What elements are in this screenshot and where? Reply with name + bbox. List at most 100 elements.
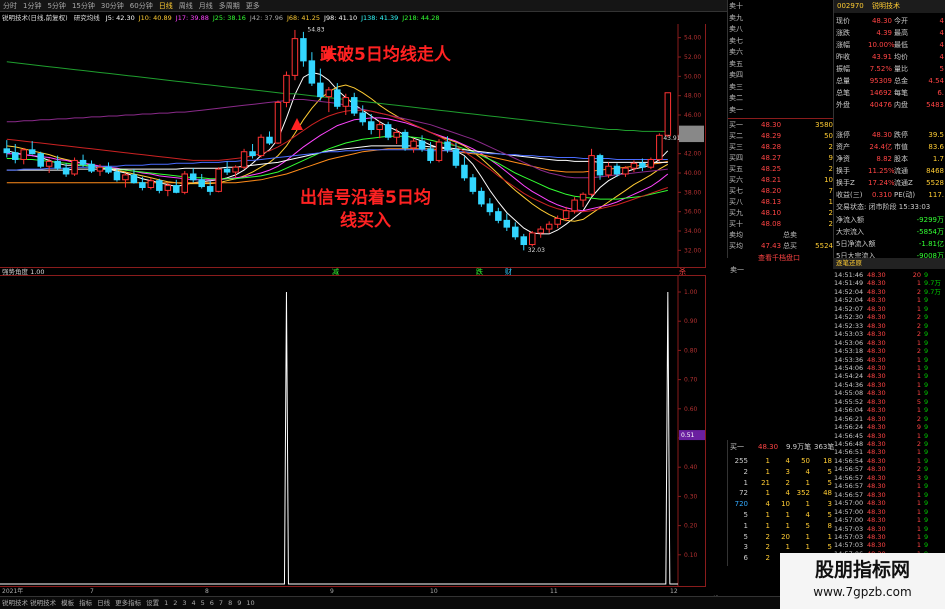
candle[interactable] — [325, 86, 333, 113]
candle[interactable] — [410, 138, 417, 153]
timeframe-tab[interactable]: 1分钟 — [20, 0, 44, 12]
bottom-tab[interactable]: 模板 — [61, 599, 74, 607]
bottom-tab[interactable]: 指标 — [79, 599, 92, 607]
bottom-tab[interactable]: 6 — [210, 599, 214, 607]
bottom-tab[interactable]: 10 — [246, 599, 254, 607]
candle[interactable] — [503, 213, 511, 231]
candle[interactable] — [435, 139, 443, 163]
candle[interactable] — [71, 157, 78, 176]
candle[interactable] — [520, 233, 528, 251]
candle[interactable] — [596, 153, 604, 180]
orderbook-buy-row[interactable]: 买四 48.27 9 — [728, 153, 834, 164]
bottom-tab[interactable]: 日线 — [97, 599, 110, 607]
bottom-tab[interactable]: 3 — [182, 599, 186, 607]
candle[interactable] — [588, 148, 595, 197]
candle[interactable] — [664, 92, 672, 138]
candle[interactable] — [37, 151, 44, 169]
orderbook-buy-row[interactable]: 买六 48.21 10 — [728, 175, 834, 186]
timeframe-tab[interactable]: 30分钟 — [98, 0, 127, 12]
bottom-tab[interactable]: 7 — [219, 599, 223, 607]
candle[interactable] — [274, 100, 282, 145]
candle[interactable] — [198, 173, 205, 189]
timeframe-tab[interactable]: 日线 — [156, 0, 176, 12]
orderbook-buy-row[interactable]: 买九 48.10 2 — [728, 208, 834, 219]
candle[interactable] — [351, 92, 358, 116]
candle[interactable] — [105, 162, 112, 174]
timeframe-tab[interactable]: 周线 — [176, 0, 196, 12]
orderbook-buy-row[interactable]: 买七 48.20 7 — [728, 186, 834, 197]
orderbook-link[interactable]: 查看千档盘口 — [758, 253, 800, 263]
orderbook-sell-row[interactable]: 卖五 — [728, 59, 834, 70]
bottom-tab[interactable]: 4 — [192, 599, 196, 607]
indicator-name[interactable]: 研究均线 — [74, 14, 100, 22]
bottom-tab[interactable]: 8 — [228, 599, 232, 607]
sub-indicator-name[interactable]: 强势角度 — [2, 268, 28, 276]
candle[interactable] — [528, 231, 536, 247]
candle[interactable] — [223, 161, 231, 175]
candle[interactable] — [579, 192, 587, 207]
candle[interactable] — [308, 52, 316, 86]
bottom-tab[interactable]: 9 — [237, 599, 241, 607]
orderbook-sell-row[interactable]: 卖一 — [728, 105, 834, 116]
orderbook-buy-row[interactable]: 买三 48.28 2 — [728, 142, 834, 153]
candle[interactable] — [189, 168, 197, 183]
timeframe-tab[interactable]: 分时 — [0, 0, 20, 12]
candle[interactable] — [317, 68, 324, 101]
candle[interactable] — [240, 148, 248, 170]
timeframe-tab[interactable]: 5分钟 — [44, 0, 68, 12]
candle[interactable] — [181, 171, 189, 195]
timeframe-tab[interactable]: 15分钟 — [69, 0, 98, 12]
candle[interactable] — [562, 206, 570, 222]
candle[interactable] — [571, 197, 578, 214]
candle[interactable] — [478, 187, 485, 207]
candle[interactable] — [461, 156, 468, 181]
orderbook-buy-row[interactable]: 买五 48.25 2 — [728, 164, 834, 175]
orderbook-sell-row[interactable]: 卖四 — [728, 70, 834, 81]
candle[interactable] — [215, 167, 222, 193]
orderbook-sell-row[interactable]: 卖九 — [728, 13, 834, 24]
candle[interactable] — [495, 207, 502, 224]
strength-angle-chart[interactable]: 1.000.900.800.700.600.500.400.300.200.10… — [0, 276, 706, 586]
candle[interactable] — [122, 173, 129, 188]
strength-angle-svg[interactable]: 1.000.900.800.700.600.500.400.300.200.10… — [0, 276, 706, 586]
candle[interactable] — [393, 128, 400, 144]
orderbook-buy-row[interactable]: 买一 48.30 3580 — [728, 120, 834, 131]
candle[interactable] — [283, 71, 290, 108]
orderbook-sell-row[interactable]: 卖六 — [728, 47, 834, 58]
orderbook-sell-row[interactable]: 卖十 — [728, 1, 834, 12]
candle[interactable] — [291, 29, 299, 81]
candle[interactable] — [545, 221, 553, 233]
orderbook-sell-row[interactable]: 卖二 — [728, 93, 834, 104]
candle[interactable] — [156, 178, 163, 194]
orderbook-sell-row[interactable]: 卖七 — [728, 36, 834, 47]
timeframe-tab[interactable]: 更多 — [243, 0, 263, 12]
candle[interactable] — [647, 157, 655, 170]
bottom-tab[interactable]: 1 — [164, 599, 168, 607]
candle[interactable] — [486, 198, 494, 216]
candle[interactable] — [20, 147, 27, 165]
candle[interactable] — [512, 222, 519, 240]
candle[interactable] — [147, 177, 155, 190]
candle[interactable] — [300, 31, 307, 67]
candle[interactable] — [28, 141, 36, 155]
candle[interactable] — [656, 133, 663, 162]
timeframe-tab[interactable]: 多周期 — [216, 0, 243, 12]
candle[interactable] — [173, 179, 180, 194]
timeframe-tab[interactable]: 60分钟 — [127, 0, 156, 12]
candle[interactable] — [622, 166, 629, 177]
candle[interactable] — [384, 121, 392, 141]
bottom-tab[interactable]: 设置 — [146, 599, 159, 607]
bottom-tab[interactable]: 锐明技术 锐明技术 — [2, 599, 56, 607]
bottom-tab[interactable]: 更多指标 — [115, 599, 141, 607]
tick-list-title[interactable]: 逐笔还原 — [833, 258, 945, 269]
candle[interactable] — [257, 134, 265, 158]
candle[interactable] — [3, 140, 11, 158]
candle[interactable] — [469, 173, 477, 195]
bottom-tab[interactable]: 2 — [173, 599, 177, 607]
candle[interactable] — [88, 160, 95, 173]
candle[interactable] — [537, 226, 544, 238]
candle[interactable] — [401, 129, 409, 151]
orderbook-buy-row[interactable]: 买二 48.29 50 — [728, 131, 834, 142]
timeframe-tab[interactable]: 月线 — [196, 0, 216, 12]
orderbook-buy-row[interactable]: 买八 48.13 1 — [728, 197, 834, 208]
